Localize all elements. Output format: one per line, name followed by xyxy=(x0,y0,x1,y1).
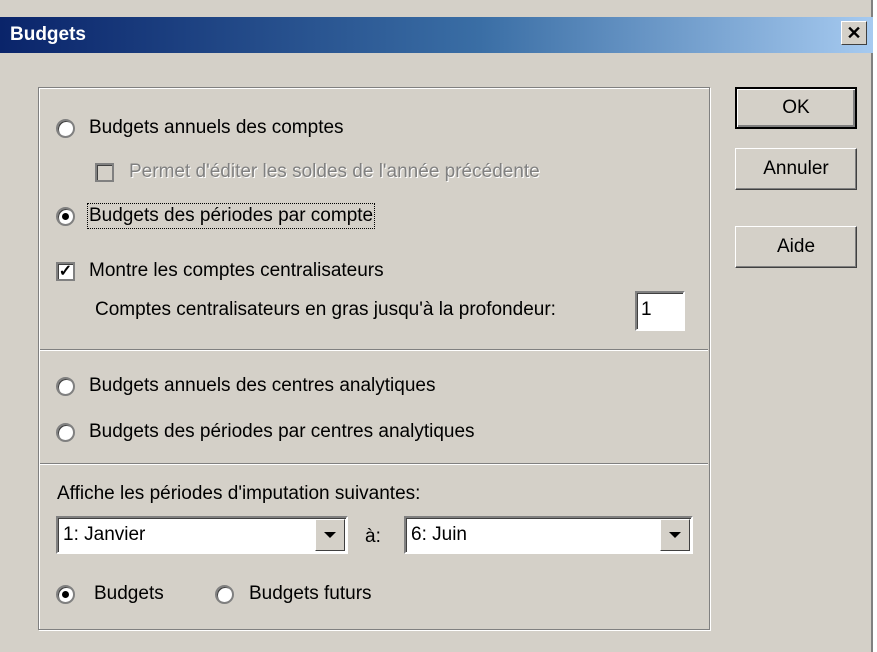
chevron-down-icon[interactable] xyxy=(660,519,690,551)
radio-annual-accounts[interactable] xyxy=(56,119,75,138)
options-panel: Budgets annuels des comptes Permet d'édi… xyxy=(38,87,710,630)
close-button[interactable]: ✕ xyxy=(841,21,867,45)
label-edit-previous-year: Permet d'éditer les soldes de l'année pr… xyxy=(129,161,540,182)
label-periods-per-account: Budgets des périodes par compte xyxy=(86,203,376,229)
label-budgets: Budgets xyxy=(94,583,164,604)
period-to-select[interactable]: 6: Juin xyxy=(404,516,693,554)
chevron-down-icon[interactable] xyxy=(315,519,345,551)
close-icon: ✕ xyxy=(846,23,862,43)
checkbox-show-central-accounts[interactable]: ✓ xyxy=(56,262,75,281)
period-from-value: 1: Janvier xyxy=(63,524,146,545)
ok-button[interactable]: OK xyxy=(735,87,857,129)
label-annual-accounts: Budgets annuels des comptes xyxy=(89,117,344,138)
radio-annual-analytic-centres[interactable] xyxy=(56,377,75,396)
checkbox-edit-previous-year[interactable] xyxy=(95,163,114,182)
section-divider-1 xyxy=(40,349,708,351)
label-annual-analytic-centres: Budgets annuels des centres analytiques xyxy=(89,375,436,396)
radio-budgets[interactable] xyxy=(56,585,75,604)
label-periods: Affiche les périodes d'imputation suivan… xyxy=(57,483,421,504)
dialog-title: Budgets xyxy=(10,24,86,45)
period-from-select[interactable]: 1: Janvier xyxy=(56,516,348,554)
label-to: à: xyxy=(365,526,381,547)
budgets-dialog: Budgets ✕ Budgets annuels des comptes Pe… xyxy=(0,0,873,652)
title-bar: Budgets ✕ xyxy=(0,17,873,53)
help-button[interactable]: Aide xyxy=(735,226,857,268)
label-future-budgets: Budgets futurs xyxy=(249,583,372,604)
label-central-bold-depth: Comptes centralisateurs en gras jusqu'à … xyxy=(95,299,556,320)
radio-future-budgets[interactable] xyxy=(215,585,234,604)
period-to-value: 6: Juin xyxy=(411,524,467,545)
cancel-button[interactable]: Annuler xyxy=(735,148,857,190)
label-show-central-accounts: Montre les comptes centralisateurs xyxy=(89,260,384,281)
radio-periods-per-analytic-centre[interactable] xyxy=(56,423,75,442)
depth-input[interactable]: 1 xyxy=(635,291,685,331)
radio-periods-per-account[interactable] xyxy=(56,207,75,226)
section-divider-2 xyxy=(40,463,708,465)
label-periods-per-analytic-centre: Budgets des périodes par centres analyti… xyxy=(89,421,475,442)
